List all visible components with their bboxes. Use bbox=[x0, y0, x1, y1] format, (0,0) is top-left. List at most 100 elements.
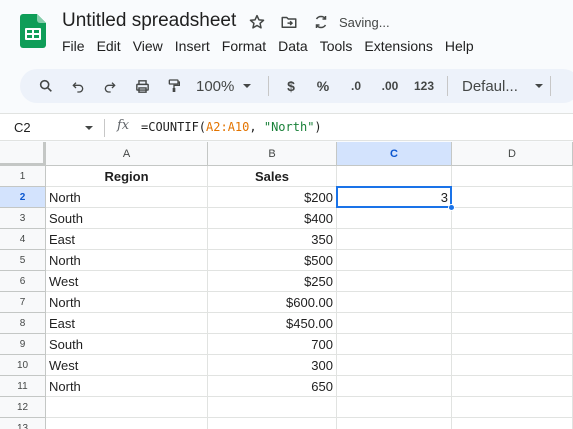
increase-decimal-button[interactable]: .00 bbox=[373, 72, 407, 100]
cell-d6[interactable] bbox=[452, 271, 573, 292]
menu-help[interactable]: Help bbox=[441, 38, 478, 54]
column-header-c[interactable]: C bbox=[337, 142, 452, 166]
cell-b8[interactable]: $450.00 bbox=[208, 313, 337, 334]
cell-a6[interactable]: West bbox=[46, 271, 208, 292]
move-folder-icon[interactable] bbox=[279, 12, 299, 32]
cell-c4[interactable] bbox=[337, 229, 452, 250]
cell-b11[interactable]: 650 bbox=[208, 376, 337, 397]
cell-d10[interactable] bbox=[452, 355, 573, 376]
cell-c3[interactable] bbox=[337, 208, 452, 229]
row-header-3[interactable]: 3 bbox=[0, 208, 46, 229]
menu-extensions[interactable]: Extensions bbox=[360, 38, 436, 54]
row-header-4[interactable]: 4 bbox=[0, 229, 46, 250]
decrease-decimal-button[interactable]: .0 bbox=[339, 72, 373, 100]
cell-d11[interactable] bbox=[452, 376, 573, 397]
cell-d12[interactable] bbox=[452, 397, 573, 418]
cell-b6[interactable]: $250 bbox=[208, 271, 337, 292]
cell-a7[interactable]: North bbox=[46, 292, 208, 313]
row-header-2[interactable]: 2 bbox=[0, 187, 46, 208]
cell-d2[interactable] bbox=[452, 187, 573, 208]
paint-format-icon[interactable] bbox=[158, 72, 190, 100]
font-select[interactable]: Defaul... bbox=[454, 72, 544, 100]
star-icon[interactable] bbox=[247, 12, 267, 32]
cell-c13[interactable] bbox=[337, 418, 452, 429]
row-header-5[interactable]: 5 bbox=[0, 250, 46, 271]
cell-c7[interactable] bbox=[337, 292, 452, 313]
cell-a1[interactable]: Region bbox=[46, 166, 208, 187]
sheets-logo-icon[interactable] bbox=[20, 14, 46, 48]
cell-c2[interactable]: 3 bbox=[337, 187, 452, 208]
menu-file[interactable]: File bbox=[58, 38, 89, 54]
menu-insert[interactable]: Insert bbox=[171, 38, 214, 54]
cell-b10[interactable]: 300 bbox=[208, 355, 337, 376]
cell-d1[interactable] bbox=[452, 166, 573, 187]
row-header-6[interactable]: 6 bbox=[0, 271, 46, 292]
cell-a2[interactable]: North bbox=[46, 187, 208, 208]
menu-format[interactable]: Format bbox=[218, 38, 270, 54]
currency-format-button[interactable]: $ bbox=[275, 72, 307, 100]
number-format-button[interactable]: 123 bbox=[407, 72, 441, 100]
row-header-9[interactable]: 9 bbox=[0, 334, 46, 355]
cell-a13[interactable] bbox=[46, 418, 208, 429]
cell-c6[interactable] bbox=[337, 271, 452, 292]
cell-b13[interactable] bbox=[208, 418, 337, 429]
cell-a12[interactable] bbox=[46, 397, 208, 418]
cell-d5[interactable] bbox=[452, 250, 573, 271]
cell-b9[interactable]: 700 bbox=[208, 334, 337, 355]
cell-a11[interactable]: North bbox=[46, 376, 208, 397]
row-header-8[interactable]: 8 bbox=[0, 313, 46, 334]
menu-view[interactable]: View bbox=[129, 38, 167, 54]
cell-b12[interactable] bbox=[208, 397, 337, 418]
cell-a3[interactable]: South bbox=[46, 208, 208, 229]
cell-a8[interactable]: East bbox=[46, 313, 208, 334]
cell-b7[interactable]: $600.00 bbox=[208, 292, 337, 313]
cell-d4[interactable] bbox=[452, 229, 573, 250]
chevron-down-icon[interactable] bbox=[84, 123, 94, 133]
name-box[interactable]: C2 bbox=[14, 120, 31, 135]
percent-format-button[interactable]: % bbox=[307, 72, 339, 100]
row-header-1[interactable]: 1 bbox=[0, 166, 46, 187]
cell-c1[interactable] bbox=[337, 166, 452, 187]
cell-b2[interactable]: $200 bbox=[208, 187, 337, 208]
search-icon[interactable] bbox=[30, 72, 62, 100]
cell-d9[interactable] bbox=[452, 334, 573, 355]
cell-b3[interactable]: $400 bbox=[208, 208, 337, 229]
cell-c8[interactable] bbox=[337, 313, 452, 334]
cell-c11[interactable] bbox=[337, 376, 452, 397]
cell-c9[interactable] bbox=[337, 334, 452, 355]
column-header-b[interactable]: B bbox=[208, 142, 337, 166]
select-all-corner[interactable] bbox=[0, 142, 46, 166]
fill-handle[interactable] bbox=[448, 204, 455, 211]
cell-b5[interactable]: $500 bbox=[208, 250, 337, 271]
document-title[interactable]: Untitled spreadsheet bbox=[62, 10, 236, 32]
cell-a5[interactable]: North bbox=[46, 250, 208, 271]
cell-d3[interactable] bbox=[452, 208, 573, 229]
zoom-select[interactable]: 100% bbox=[190, 72, 262, 100]
spreadsheet-grid[interactable]: A B C D 1 Region Sales 2 North $200 3 3 South $400 4 Ea… bbox=[0, 142, 573, 429]
cell-a4[interactable]: East bbox=[46, 229, 208, 250]
row-header-7[interactable]: 7 bbox=[0, 292, 46, 313]
cell-a10[interactable]: West bbox=[46, 355, 208, 376]
row-header-13[interactable]: 13 bbox=[0, 418, 46, 429]
row-header-12[interactable]: 12 bbox=[0, 397, 46, 418]
cell-d8[interactable] bbox=[452, 313, 573, 334]
redo-icon[interactable] bbox=[94, 72, 126, 100]
formula-input[interactable]: =COUNTIF(A2:A10, "North") bbox=[141, 120, 322, 134]
cell-d7[interactable] bbox=[452, 292, 573, 313]
cell-c10[interactable] bbox=[337, 355, 452, 376]
cell-d13[interactable] bbox=[452, 418, 573, 429]
row-header-10[interactable]: 10 bbox=[0, 355, 46, 376]
menu-edit[interactable]: Edit bbox=[93, 38, 125, 54]
cell-a9[interactable]: South bbox=[46, 334, 208, 355]
row-header-11[interactable]: 11 bbox=[0, 376, 46, 397]
cell-b1[interactable]: Sales bbox=[208, 166, 337, 187]
cell-c5[interactable] bbox=[337, 250, 452, 271]
menu-tools[interactable]: Tools bbox=[316, 38, 357, 54]
column-header-d[interactable]: D bbox=[452, 142, 573, 166]
cell-c12[interactable] bbox=[337, 397, 452, 418]
menu-data[interactable]: Data bbox=[274, 38, 312, 54]
cell-b4[interactable]: 350 bbox=[208, 229, 337, 250]
print-icon[interactable] bbox=[126, 72, 158, 100]
undo-icon[interactable] bbox=[62, 72, 94, 100]
column-header-a[interactable]: A bbox=[46, 142, 208, 166]
